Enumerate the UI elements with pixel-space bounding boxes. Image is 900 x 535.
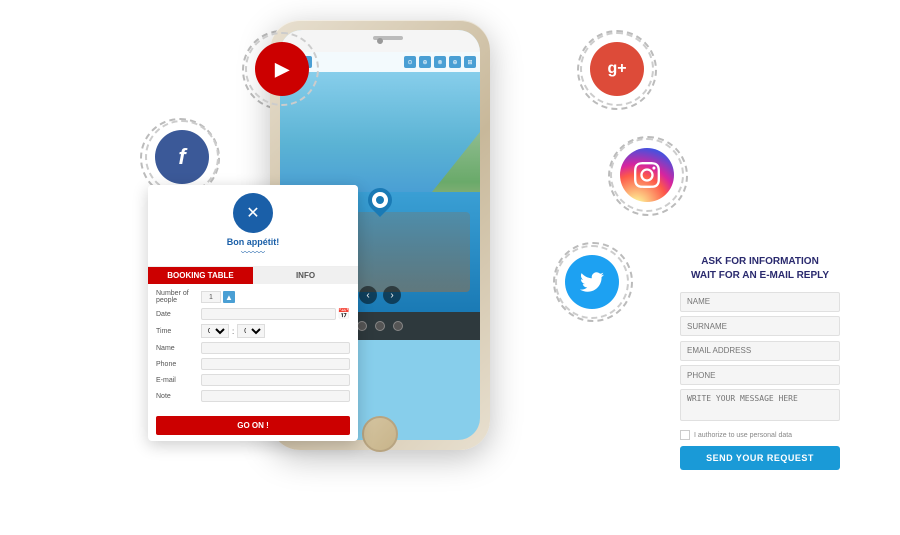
logo-wave: 〰〰〰 (156, 247, 350, 258)
instagram-svg (634, 162, 660, 188)
booking-panel: ✕ Bon appétit! 〰〰〰 BOOKING TABLE INFO Nu… (148, 185, 358, 441)
email-input[interactable] (201, 374, 350, 386)
spinbox-people: 1 ▲ (201, 291, 235, 303)
email-label: E-mail (156, 377, 201, 384)
date-label: Date (156, 311, 201, 318)
people-label: Number of people (156, 290, 201, 304)
ctrl-dot-3 (393, 321, 403, 331)
toolbar-icon2: ⊕ (419, 56, 431, 68)
info-panel-title: ASK FOR INFORMATION WAIT FOR AN E-MAIL R… (680, 255, 840, 283)
phone-home-button[interactable] (362, 416, 398, 452)
instagram-icon[interactable] (620, 148, 674, 202)
spin-value: 1 (201, 291, 221, 303)
twitter-icon[interactable] (565, 255, 619, 309)
info-checkbox-row: I authorize to use personal data (680, 430, 840, 440)
form-row-phone: Phone (156, 358, 350, 370)
map-marker-wrapper (368, 188, 392, 212)
date-input[interactable] (201, 308, 336, 320)
info-checkbox-label: I authorize to use personal data (694, 432, 792, 439)
go-on-button[interactable]: GO ON ! (156, 416, 350, 435)
toolbar-icon3: ⊗ (434, 56, 446, 68)
ctrl-dot-2 (375, 321, 385, 331)
form-row-note: Note (156, 390, 350, 402)
arrow-left[interactable]: ‹ (359, 286, 377, 304)
tab-booking-table[interactable]: BOOKING TABLE (148, 267, 253, 284)
phone-camera (377, 38, 383, 44)
googleplus-icon[interactable]: g+ (590, 42, 644, 96)
booking-form: Number of people 1 ▲ Date 📅 Time 00 : 00… (148, 284, 358, 412)
toolbar-icon1: ⊙ (404, 56, 416, 68)
toolbar-icon5: ⊞ (464, 56, 476, 68)
info-message-field[interactable] (680, 389, 840, 421)
minute-select[interactable]: 00 (237, 324, 265, 338)
info-panel: ASK FOR INFORMATION WAIT FOR AN E-MAIL R… (680, 255, 840, 470)
name-label: Name (156, 345, 201, 352)
map-marker-dot (374, 194, 385, 205)
form-row-name: Name (156, 342, 350, 354)
info-checkbox[interactable] (680, 430, 690, 440)
form-row-time: Time 00 : 00 (156, 324, 350, 338)
hour-select[interactable]: 00 (201, 324, 229, 338)
booking-logo: ✕ Bon appétit! 〰〰〰 (148, 185, 358, 267)
name-input[interactable] (201, 342, 350, 354)
note-label: Note (156, 393, 201, 400)
info-name-field[interactable] (680, 292, 840, 312)
logo-circle: ✕ (233, 193, 273, 233)
phone-label: Phone (156, 361, 201, 368)
arrow-right[interactable]: › (383, 286, 401, 304)
map-marker (363, 183, 397, 217)
form-row-email: E-mail (156, 374, 350, 386)
map-marker-inner (369, 189, 392, 212)
spin-up[interactable]: ▲ (223, 291, 235, 303)
tab-info[interactable]: INFO (253, 267, 358, 284)
form-row-date: Date 📅 (156, 308, 350, 320)
twitter-svg (580, 270, 604, 294)
time-inputs: 00 : 00 (201, 324, 265, 338)
booking-tabs: BOOKING TABLE INFO (148, 267, 358, 284)
phone-input[interactable] (201, 358, 350, 370)
facebook-icon[interactable]: f (155, 130, 209, 184)
info-surname-field[interactable] (680, 316, 840, 336)
calendar-icon: 📅 (338, 309, 350, 320)
toolbar-icon4: ⊕ (449, 56, 461, 68)
note-input[interactable] (201, 390, 350, 402)
send-request-button[interactable]: SEND YOUR REQUEST (680, 446, 840, 470)
ctrl-dot-1 (357, 321, 367, 331)
nav-arrows: ‹ › (359, 286, 401, 304)
info-title-line1: ASK FOR INFORMATION (680, 255, 840, 269)
youtube-icon[interactable]: ▶ (255, 42, 309, 96)
time-separator: : (232, 327, 234, 336)
logo-text: Bon appétit! (156, 237, 350, 247)
info-email-field[interactable] (680, 341, 840, 361)
time-label: Time (156, 328, 201, 335)
info-title-line2: WAIT FOR AN E-MAIL REPLY (680, 269, 840, 283)
info-phone-field[interactable] (680, 365, 840, 385)
form-row-people: Number of people 1 ▲ (156, 290, 350, 304)
